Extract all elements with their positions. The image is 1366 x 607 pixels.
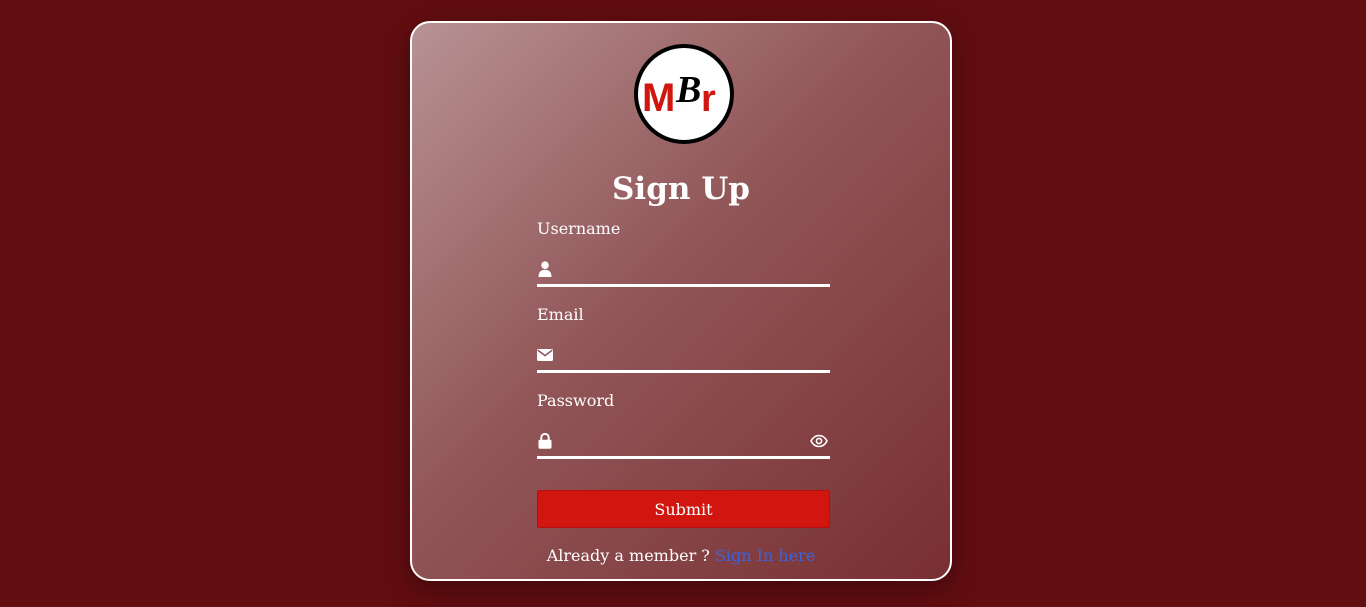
email-label: Email bbox=[537, 305, 584, 324]
password-input[interactable] bbox=[563, 425, 803, 453]
user-icon bbox=[537, 261, 553, 277]
username-label: Username bbox=[537, 219, 621, 238]
envelope-icon bbox=[537, 347, 553, 363]
svg-text:B: B bbox=[675, 69, 701, 111]
brand-logo-mark: M B r bbox=[642, 69, 716, 120]
eye-icon[interactable] bbox=[810, 433, 828, 448]
brand-logo: M B r bbox=[634, 44, 734, 144]
username-field bbox=[537, 251, 830, 287]
email-field bbox=[537, 337, 830, 373]
signin-prompt-text: Already a member ? bbox=[546, 546, 710, 565]
signin-prompt: Already a member ? Sign In here bbox=[412, 546, 950, 566]
signin-link[interactable]: Sign In here bbox=[715, 546, 815, 565]
username-input[interactable] bbox=[563, 253, 803, 281]
signup-card: M B r Sign Up Username Email Password Su… bbox=[410, 21, 952, 581]
password-label: Password bbox=[537, 391, 615, 410]
svg-text:r: r bbox=[701, 78, 716, 120]
password-field bbox=[537, 423, 830, 459]
lock-icon bbox=[537, 433, 553, 449]
submit-button[interactable]: Submit bbox=[537, 490, 830, 528]
page-title: Sign Up bbox=[612, 171, 750, 207]
svg-text:M: M bbox=[642, 76, 675, 120]
email-input[interactable] bbox=[563, 339, 803, 367]
